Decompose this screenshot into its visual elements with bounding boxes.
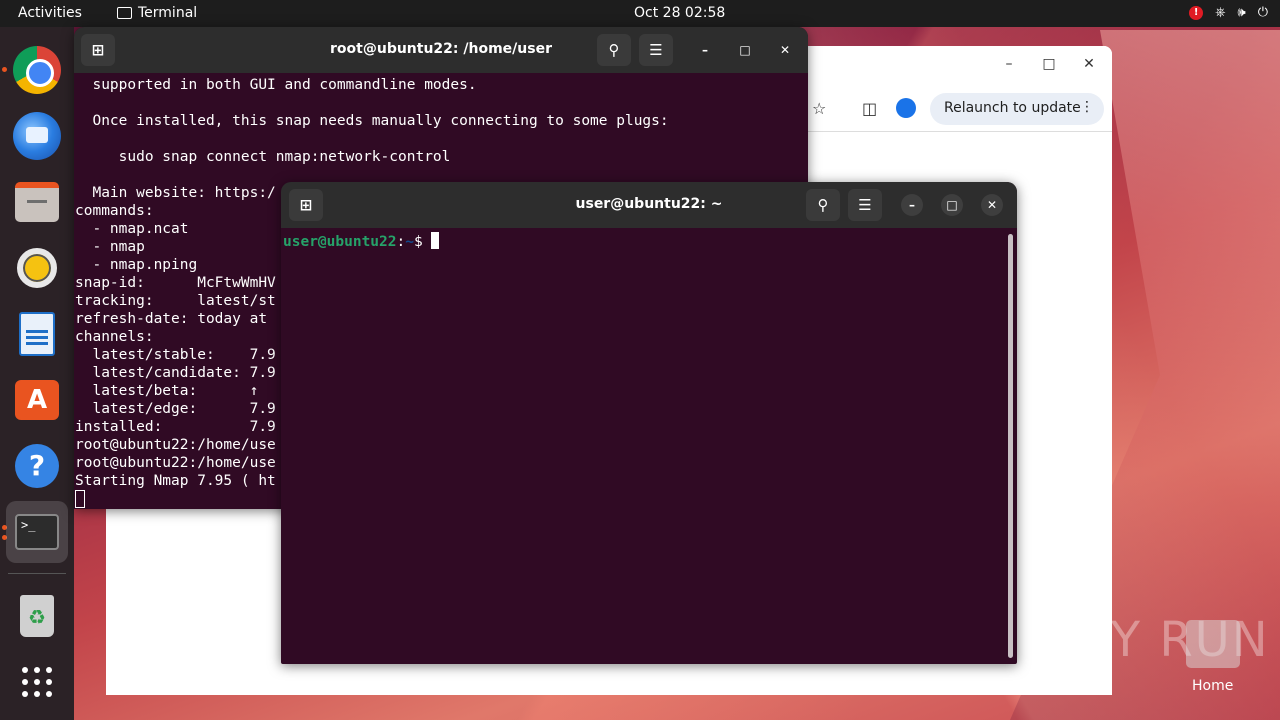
maximize-icon[interactable]: □: [1039, 56, 1059, 72]
search-icon[interactable]: ⚲: [806, 189, 840, 221]
terminal-output[interactable]: user@ubuntu22:~$: [281, 228, 1017, 664]
app-center-icon: A: [15, 380, 59, 420]
maximize-icon[interactable]: □: [941, 194, 963, 216]
chrome-icon: [13, 46, 61, 94]
app-menu-label: Terminal: [138, 5, 198, 21]
scrollbar[interactable]: [1008, 234, 1013, 658]
top-bar: Activities Terminal Oct 28 02:58 ! ⎈ 🕪 ⏻: [0, 0, 1280, 27]
dock-trash[interactable]: ♻: [6, 585, 68, 647]
writer-icon: [19, 312, 55, 356]
relaunch-button[interactable]: Relaunch to update ⋮: [930, 93, 1104, 125]
home-folder-label[interactable]: Home: [1192, 678, 1233, 694]
search-icon[interactable]: ⚲: [597, 34, 631, 66]
files-icon: [15, 182, 59, 222]
dock-app-center[interactable]: A: [6, 369, 68, 431]
text-cursor: [431, 232, 440, 249]
close-icon[interactable]: ✕: [774, 39, 796, 61]
terminal-window-user[interactable]: ⊞ user@ubuntu22: ~ ⚲ ☰ – □ ✕ user@ubuntu…: [281, 182, 1017, 664]
hamburger-menu-icon[interactable]: ☰: [639, 34, 673, 66]
app-menu[interactable]: Terminal: [117, 5, 197, 21]
network-icon[interactable]: ⎈: [1215, 4, 1225, 22]
trash-icon: ♻: [20, 595, 54, 637]
dock: A ? >_ ♻: [0, 27, 74, 720]
grid-icon: [22, 667, 52, 697]
help-icon: ?: [15, 444, 59, 488]
text-cursor: [75, 490, 85, 508]
prompt-separator: :: [396, 234, 406, 250]
maximize-icon[interactable]: □: [734, 39, 756, 61]
terminal-app-icon: [117, 7, 132, 19]
prompt-path: ~: [405, 234, 414, 250]
side-panel-icon[interactable]: ◫: [862, 99, 877, 118]
dock-separator: [8, 573, 66, 574]
dock-rhythmbox[interactable]: [6, 237, 68, 299]
activities-button[interactable]: Activities: [18, 5, 82, 21]
alert-icon[interactable]: !: [1189, 6, 1204, 20]
terminal-line: Once installed, this snap needs manually…: [75, 113, 669, 129]
hamburger-menu-icon[interactable]: ☰: [848, 189, 882, 221]
close-icon[interactable]: ✕: [1079, 56, 1099, 72]
home-folder-icon[interactable]: [1186, 620, 1240, 668]
rhythmbox-icon: [17, 248, 57, 288]
dock-chrome[interactable]: [6, 39, 68, 101]
minimize-icon[interactable]: –: [901, 194, 923, 216]
close-icon[interactable]: ✕: [981, 194, 1003, 216]
profile-avatar-icon[interactable]: [896, 98, 916, 118]
clock[interactable]: Oct 28 02:58: [634, 5, 725, 21]
power-icon[interactable]: ⏻: [1258, 4, 1268, 22]
minimize-icon[interactable]: –: [694, 39, 716, 61]
bookmark-star-icon[interactable]: ☆: [812, 99, 826, 118]
dock-writer[interactable]: [6, 303, 68, 365]
dock-files[interactable]: [6, 171, 68, 233]
terminal-line: supported in both GUI and commandline mo…: [75, 77, 477, 93]
menu-dots-icon[interactable]: ⋮: [1080, 99, 1094, 115]
terminal-header[interactable]: ⊞ user@ubuntu22: ~ ⚲ ☰ – □ ✕: [281, 182, 1017, 228]
volume-icon[interactable]: 🕪: [1238, 4, 1246, 22]
system-tray[interactable]: ! ⎈ 🕪 ⏻: [1189, 4, 1268, 22]
thunderbird-icon: [13, 112, 61, 160]
dock-terminal[interactable]: >_: [6, 501, 68, 563]
dock-help[interactable]: ?: [6, 435, 68, 497]
terminal-line: sudo snap connect nmap:network-control: [75, 149, 451, 165]
relaunch-label: Relaunch to update: [944, 100, 1081, 116]
terminal-header[interactable]: ⊞ root@ubuntu22: /home/user ⚲ ☰ – □ ✕: [74, 27, 808, 73]
prompt-user: user@ubuntu22: [283, 234, 397, 250]
dock-thunderbird[interactable]: [6, 105, 68, 167]
terminal-icon: >_: [15, 514, 59, 550]
minimize-icon[interactable]: –: [999, 56, 1019, 72]
show-apps-button[interactable]: [6, 651, 68, 713]
prompt-symbol: $: [413, 234, 432, 250]
